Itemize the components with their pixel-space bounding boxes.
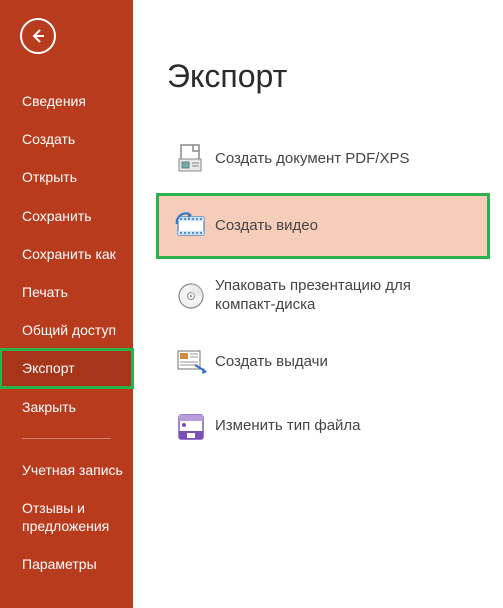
pdf-xps-icon — [167, 143, 215, 175]
main-area: Экспорт Создать документ PDF/XPS — [133, 0, 503, 608]
export-option-handouts[interactable]: Создать выдачи — [159, 333, 487, 393]
sidebar-item-close[interactable]: Закрыть — [0, 388, 133, 426]
sidebar-item-label: Сохранить как — [22, 246, 116, 262]
sidebar-item-print[interactable]: Печать — [0, 273, 133, 311]
export-option-pdf-xps[interactable]: Создать документ PDF/XPS — [159, 129, 487, 189]
sidebar-item-label: Сохранить — [22, 208, 92, 224]
sidebar-separator — [22, 438, 111, 439]
back-button[interactable] — [20, 18, 56, 54]
export-option-label: Создать документ PDF/XPS — [215, 150, 410, 169]
sidebar-item-open[interactable]: Открыть — [0, 158, 133, 196]
sidebar-item-feedback[interactable]: Отзывы и предложения — [0, 489, 133, 545]
page-title: Экспорт — [167, 58, 503, 95]
sidebar-item-label: Параметры — [22, 556, 97, 572]
handouts-icon — [167, 347, 215, 379]
cd-icon — [167, 280, 215, 312]
video-icon — [167, 210, 215, 242]
sidebar-item-label: Экспорт — [22, 360, 75, 376]
sidebar: Сведения Создать Открыть Сохранить Сохра… — [0, 0, 133, 608]
sidebar-item-label: Печать — [22, 284, 68, 300]
sidebar-item-options[interactable]: Параметры — [0, 545, 133, 583]
export-option-label: Упаковать презентацию для компакт-диска — [215, 277, 473, 315]
sidebar-item-new[interactable]: Создать — [0, 120, 133, 158]
export-option-label: Изменить тип файла — [215, 417, 361, 436]
export-option-cd[interactable]: Упаковать презентацию для компакт-диска — [159, 263, 487, 329]
sidebar-item-label: Открыть — [22, 169, 77, 185]
sidebar-item-share[interactable]: Общий доступ — [0, 311, 133, 349]
export-option-filetype[interactable]: Изменить тип файла — [159, 397, 487, 457]
sidebar-item-export[interactable]: Экспорт — [0, 349, 133, 387]
sidebar-item-info[interactable]: Сведения — [0, 82, 133, 120]
sidebar-item-label: Сведения — [22, 93, 86, 109]
export-option-list: Создать документ PDF/XPS Создать видео — [133, 129, 503, 457]
sidebar-item-account[interactable]: Учетная запись — [0, 451, 133, 489]
sidebar-item-label: Создать — [22, 131, 75, 147]
arrow-left-icon — [29, 27, 47, 45]
sidebar-item-label: Учетная запись — [22, 462, 123, 478]
export-option-label: Создать выдачи — [215, 353, 328, 372]
sidebar-item-label: Отзывы и предложения — [22, 500, 109, 534]
sidebar-item-label: Закрыть — [22, 399, 76, 415]
sidebar-item-label: Общий доступ — [22, 322, 116, 338]
export-option-label: Создать видео — [215, 217, 318, 236]
sidebar-item-save[interactable]: Сохранить — [0, 197, 133, 235]
sidebar-item-save-as[interactable]: Сохранить как — [0, 235, 133, 273]
export-option-video[interactable]: Создать видео — [156, 193, 490, 259]
filetype-icon — [167, 411, 215, 443]
